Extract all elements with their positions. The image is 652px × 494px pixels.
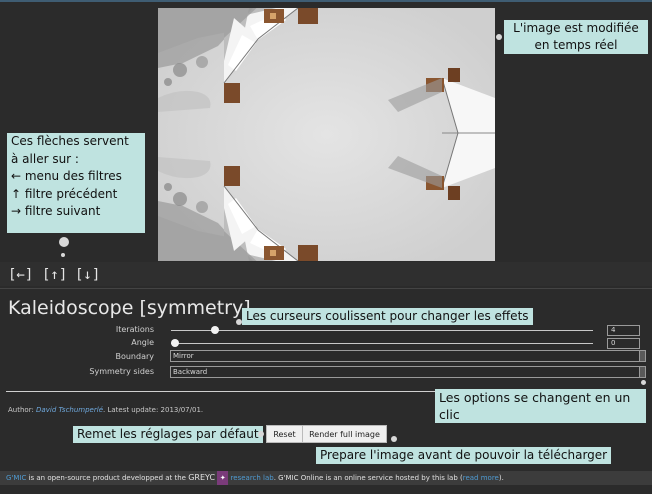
iterations-input[interactable]: 4	[607, 325, 640, 336]
author-line: Author: David Tschumperlé. Latest update…	[8, 406, 203, 414]
callout-realtime: L'image est modifiée en temps réel	[504, 20, 648, 54]
filter-title: Kaleidoscope [symmetry]	[8, 297, 251, 319]
footer-text: ).	[498, 474, 504, 482]
top-accent-line	[0, 0, 652, 2]
angle-slider-handle[interactable]	[171, 339, 179, 347]
next-filter-link[interactable]: [↓]	[75, 267, 100, 283]
callout-options: Les options se changent en un clic	[435, 389, 646, 423]
callout-dot	[641, 380, 646, 385]
callout-arrows-line: à aller sur :	[11, 151, 79, 166]
footer: G'MIC is an open-source product developp…	[0, 471, 652, 485]
callout-arrows-line: ↑ filtre précédent	[11, 186, 118, 201]
angle-slider-track[interactable]	[171, 343, 593, 344]
boundary-select[interactable]: Mirror	[170, 350, 642, 362]
param-label: Iterations	[115, 325, 154, 334]
callout-dot	[496, 34, 502, 40]
callout-dot	[59, 237, 69, 247]
greyc-text: GREYC	[188, 473, 216, 482]
research-lab-link[interactable]: research lab	[231, 474, 274, 482]
callout-arrows-line: → filtre suivant	[11, 204, 101, 218]
symmetry-sides-select[interactable]: Backward	[170, 366, 642, 378]
author-suffix: . Latest update: 2013/07/01.	[103, 406, 204, 414]
greyc-logo-icon: ✦	[217, 471, 229, 485]
render-full-image-button[interactable]: Render full image	[302, 425, 387, 443]
callout-render: Prepare l'image avant de pouvoir la télé…	[316, 447, 612, 464]
menu-link[interactable]: [←]	[8, 267, 33, 283]
angle-input[interactable]: 0	[607, 338, 640, 349]
param-label: Symmetry sides	[89, 367, 154, 376]
callout-reset: Remet les réglages par défaut	[73, 426, 263, 443]
previous-filter-link[interactable]: [↑]	[42, 267, 67, 283]
param-label: Boundary	[115, 352, 154, 361]
chevron-down-icon[interactable]	[639, 350, 646, 362]
callout-dot	[258, 431, 264, 437]
callout-arrows-line: ← menu des filtres	[11, 169, 122, 183]
author-prefix: Author:	[8, 406, 34, 414]
read-more-link[interactable]: read more	[463, 474, 499, 482]
author-link[interactable]: David Tschumperlé	[36, 406, 103, 414]
callout-arrows-line: Ces flèches servent	[11, 134, 129, 148]
callout-dot	[61, 253, 65, 257]
callout-arrows: Ces flèches servent à aller sur : ← menu…	[7, 133, 145, 233]
callout-sliders: Les curseurs coulissent pour changer les…	[242, 308, 533, 325]
preview-image	[158, 8, 495, 261]
reset-button[interactable]: Reset	[266, 425, 303, 443]
iterations-slider-handle[interactable]	[211, 326, 219, 334]
divider	[0, 288, 652, 289]
footer-text: . G'MIC Online is an online service host…	[273, 474, 463, 482]
param-label: Angle	[131, 338, 154, 347]
footer-text: is an open-source product developped at …	[26, 474, 189, 482]
iterations-slider-track[interactable]	[171, 330, 593, 331]
gmic-link[interactable]: G'MIC	[6, 474, 26, 482]
callout-dot	[391, 436, 397, 442]
chevron-down-icon[interactable]	[639, 366, 646, 378]
